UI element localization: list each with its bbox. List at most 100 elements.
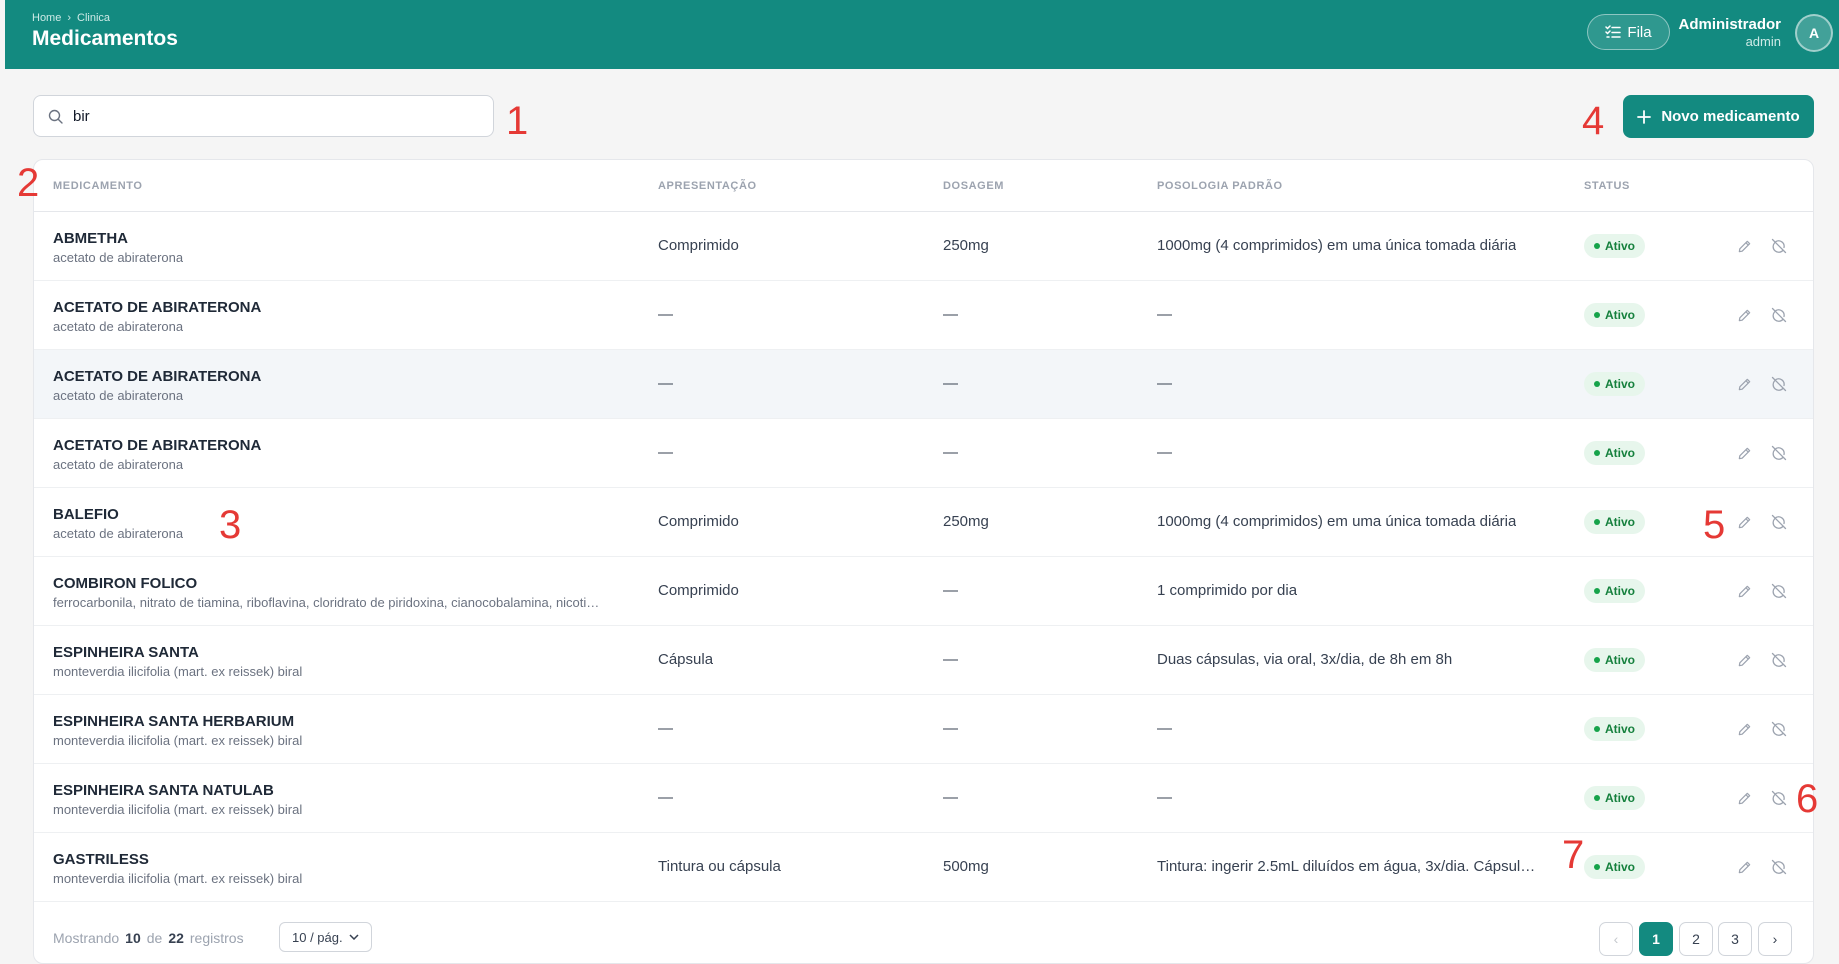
medication-presentation: Cápsula (658, 651, 714, 668)
table-row[interactable]: ESPINHEIRA SANTA HERBARIUM monteverdia il… (34, 695, 1813, 764)
deactivate-icon[interactable] (1770, 858, 1788, 876)
medication-dosage: 250mg (943, 513, 989, 530)
medications-table: MEDICAMENTO APRESENTAÇÃO DOSAGEM POSOLOG… (33, 159, 1814, 964)
medication-posology: Tintura: ingerir 2.5mL diluídos em água,… (1157, 858, 1536, 875)
edit-icon[interactable] (1735, 720, 1753, 738)
deactivate-icon[interactable] (1770, 720, 1788, 738)
edit-icon[interactable] (1735, 237, 1753, 255)
table-row[interactable]: ACETATO DE ABIRATERONA acetato de abirate… (34, 350, 1813, 419)
table-row[interactable]: BALEFIO acetato de abiraterona Comprimido 2… (34, 488, 1813, 557)
user-role: admin (1745, 34, 1781, 49)
avatar[interactable]: A (1795, 14, 1833, 52)
deactivate-icon[interactable] (1770, 513, 1788, 531)
medication-posology: — (1157, 306, 1172, 323)
deactivate-icon[interactable] (1770, 444, 1788, 462)
status-label: Ativo (1605, 446, 1635, 460)
status-label: Ativo (1605, 722, 1635, 736)
medication-dosage: — (943, 306, 958, 323)
total-count: 22 (168, 930, 184, 946)
medication-active-ingredient: monteverdia ilicifolia (mart. ex reissek… (53, 802, 303, 817)
deactivate-icon[interactable] (1770, 237, 1788, 255)
medication-presentation: — (658, 720, 673, 737)
medication-presentation: — (658, 789, 673, 806)
status-badge: Ativo (1584, 648, 1645, 672)
medication-name: ACETATO DE ABIRATERONA (53, 368, 262, 385)
edit-icon[interactable] (1735, 582, 1753, 600)
medication-name: ESPINHEIRA SANTA (53, 644, 199, 661)
edit-icon[interactable] (1735, 513, 1753, 531)
status-badge: Ativo (1584, 717, 1645, 741)
medication-name: GASTRILESS (53, 851, 149, 868)
status-dot (1594, 312, 1600, 318)
user-name: Administrador (1678, 16, 1781, 33)
table-row[interactable]: ABMETHA acetato de abiraterona Comprimido 2… (34, 212, 1813, 281)
medication-name: ACETATO DE ABIRATERONA (53, 437, 262, 454)
medication-active-ingredient: acetato de abiraterona (53, 388, 184, 403)
status-label: Ativo (1605, 791, 1635, 805)
column-header-status: STATUS (1584, 180, 1630, 192)
new-medication-button[interactable]: Novo medicamento (1623, 95, 1814, 138)
search-input[interactable] (73, 107, 473, 125)
pagination-page-2[interactable]: 2 (1679, 922, 1713, 956)
new-medication-label: Novo medicamento (1661, 108, 1800, 125)
medication-active-ingredient: acetato de abiraterona (53, 526, 184, 541)
pagination-page-3[interactable]: 3 (1718, 922, 1752, 956)
app-header: Home › Clinica Medicamentos Fila Adminis… (5, 0, 1839, 69)
status-label: Ativo (1605, 308, 1635, 322)
table-header: MEDICAMENTO APRESENTAÇÃO DOSAGEM POSOLOG… (34, 160, 1813, 212)
table-row[interactable]: GASTRILESS monteverdia ilicifolia (mart. … (34, 833, 1813, 902)
chevron-down-icon (349, 934, 359, 940)
status-badge: Ativo (1584, 372, 1645, 396)
edit-icon[interactable] (1735, 651, 1753, 669)
table-row[interactable]: ESPINHEIRA SANTA NATULAB monteverdia ilic… (34, 764, 1813, 833)
deactivate-icon[interactable] (1770, 375, 1788, 393)
table-footer: Mostrando 10 de 22 registros 10 / pág. ‹… (34, 912, 1813, 963)
table-row[interactable]: ESPINHEIRA SANTA monteverdia ilicifolia (… (34, 626, 1813, 695)
annotation-5: 5 (1703, 503, 1726, 547)
status-badge: Ativo (1584, 786, 1645, 810)
status-badge: Ativo (1584, 303, 1645, 327)
annotation-2: 2 (17, 161, 40, 205)
user-info[interactable]: Administrador admin (1678, 16, 1781, 49)
medication-dosage: — (943, 582, 958, 599)
queue-button[interactable]: Fila (1587, 14, 1670, 50)
page-size-select[interactable]: 10 / pág. (279, 922, 372, 952)
status-badge: Ativo (1584, 234, 1645, 258)
checklist-icon (1605, 25, 1622, 38)
edit-icon[interactable] (1735, 789, 1753, 807)
breadcrumb: Home › Clinica (32, 12, 110, 24)
deactivate-icon[interactable] (1770, 582, 1788, 600)
deactivate-icon[interactable] (1770, 789, 1788, 807)
medication-dosage: — (943, 789, 958, 806)
status-dot (1594, 450, 1600, 456)
table-row[interactable]: COMBIRON FOLICO ferrocarbonila, nitrato d… (34, 557, 1813, 626)
table-row[interactable]: ACETATO DE ABIRATERONA acetato de abirate… (34, 281, 1813, 350)
table-row[interactable]: ACETATO DE ABIRATERONA acetato de abirate… (34, 419, 1813, 488)
medication-active-ingredient: acetato de abiraterona (53, 457, 184, 472)
pagination-next[interactable]: › (1758, 922, 1792, 956)
edit-icon[interactable] (1735, 444, 1753, 462)
status-label: Ativo (1605, 515, 1635, 529)
pagination-page-1[interactable]: 1 (1639, 922, 1673, 956)
breadcrumb-home[interactable]: Home (32, 12, 61, 24)
medication-presentation: Comprimido (658, 513, 739, 530)
edit-icon[interactable] (1735, 375, 1753, 393)
edit-icon[interactable] (1735, 306, 1753, 324)
status-badge: Ativo (1584, 510, 1645, 534)
queue-button-label: Fila (1627, 23, 1652, 41)
deactivate-icon[interactable] (1770, 306, 1788, 324)
medication-posology: — (1157, 375, 1172, 392)
edit-icon[interactable] (1735, 858, 1753, 876)
search-box[interactable] (33, 95, 494, 137)
medication-posology: — (1157, 789, 1172, 806)
pagination-prev[interactable]: ‹ (1599, 922, 1633, 956)
breadcrumb-clinica[interactable]: Clinica (77, 12, 110, 24)
status-badge: Ativo (1584, 855, 1645, 879)
column-header-posologia: POSOLOGIA PADRÃO (1157, 180, 1283, 192)
annotation-6: 6 (1796, 777, 1819, 821)
medication-presentation: Comprimido (658, 582, 739, 599)
deactivate-icon[interactable] (1770, 651, 1788, 669)
status-dot (1594, 519, 1600, 525)
medication-name: ESPINHEIRA SANTA NATULAB (53, 782, 274, 799)
page-size-value: 10 / pág. (292, 929, 343, 945)
